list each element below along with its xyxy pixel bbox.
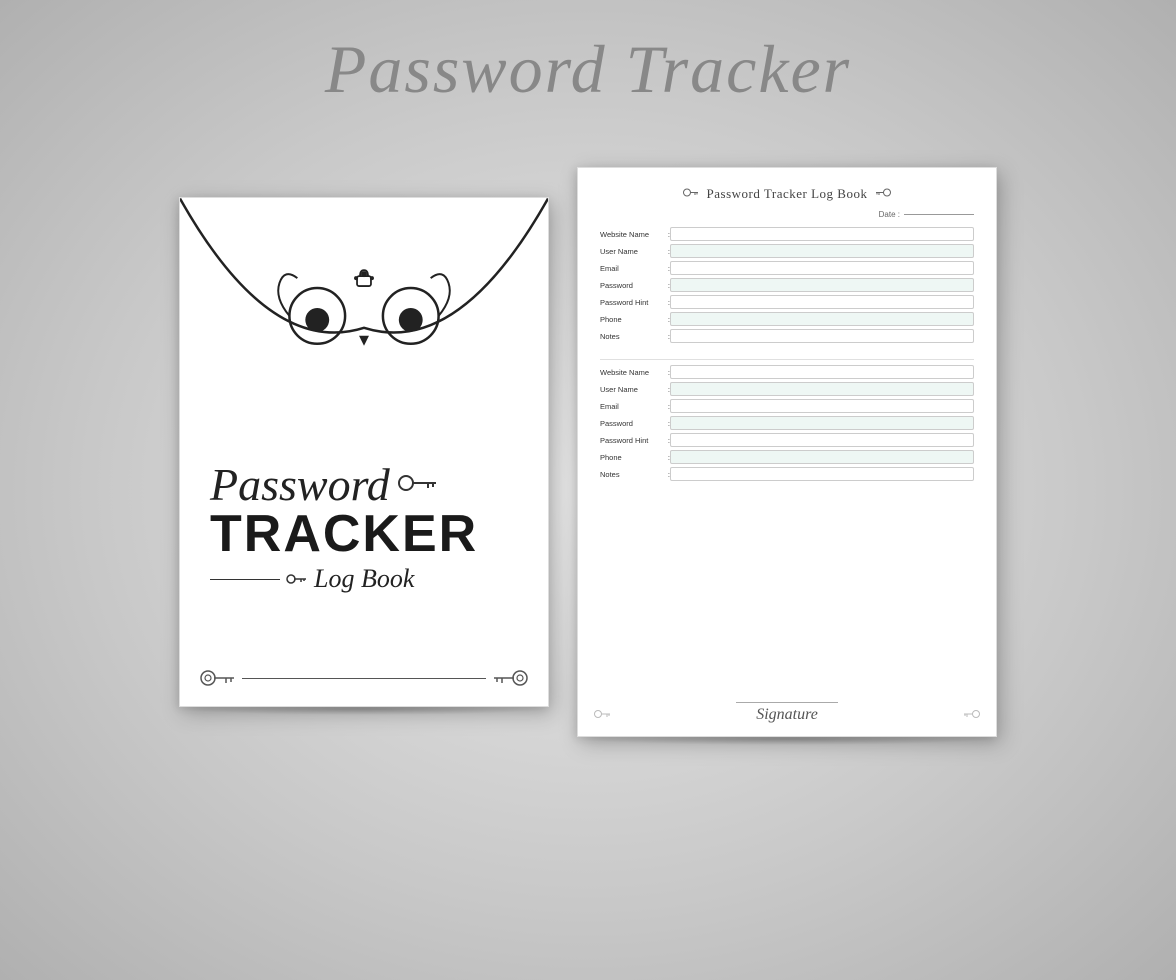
books-container: Password TRACKER (179, 137, 997, 745)
interior-title-text: Password Tracker Log Book (707, 186, 868, 202)
field-input-website-1[interactable] (670, 227, 974, 241)
field-input-email-2[interactable] (670, 399, 974, 413)
field-label-password-1: Password: (600, 281, 670, 290)
cover-text-area: Password TRACKER (180, 398, 548, 658)
field-label-website-2: Website Name: (600, 368, 670, 377)
date-line: Date : (600, 210, 974, 219)
field-row-phone-1: Phone: (600, 312, 974, 326)
field-row-hint-1: Password Hint: (600, 295, 974, 309)
signature-label: Signature (736, 702, 838, 724)
field-input-password-2[interactable] (670, 416, 974, 430)
field-row-password-2: Password: (600, 416, 974, 430)
field-row-email-2: Email: (600, 399, 974, 413)
field-row-username-1: User Name: (600, 244, 974, 258)
field-label-email-2: Email: (600, 402, 670, 411)
field-input-hint-2[interactable] (670, 433, 974, 447)
date-underline (904, 214, 974, 215)
interior-header: Password Tracker Log Book (600, 186, 974, 202)
field-input-hint-1[interactable] (670, 295, 974, 309)
book-interior-wrapper: Password Tracker Log Book Date : (577, 167, 997, 745)
cover-password-label: Password (210, 462, 438, 508)
main-title: Password Tracker (325, 30, 851, 109)
field-label-notes-2: Notes: (600, 470, 670, 479)
field-label-phone-1: Phone: (600, 315, 670, 324)
interior-title-row: Password Tracker Log Book (600, 186, 974, 202)
field-label-hint-1: Password Hint: (600, 298, 670, 307)
field-row-username-2: User Name: (600, 382, 974, 396)
field-input-email-1[interactable] (670, 261, 974, 275)
footer-key-right-icon (962, 706, 980, 724)
book-cover: Password TRACKER (179, 197, 549, 707)
owl-decoration (180, 198, 548, 398)
cover-logbook-label: Log Book (314, 564, 414, 594)
field-label-email-1: Email: (600, 264, 670, 273)
field-input-notes-2[interactable] (670, 467, 974, 481)
field-label-username-2: User Name: (600, 385, 670, 394)
date-label: Date : (879, 210, 900, 219)
entry-block-2: Website Name: User Name: Email: Password… (600, 365, 974, 484)
field-label-password-2: Password: (600, 419, 670, 428)
footer-key-left-icon (594, 706, 612, 724)
entry-block-1: Website Name: User Name: Email: Password… (600, 227, 974, 346)
key-icon-cover (398, 473, 438, 498)
bottom-key-right-icon (492, 668, 528, 688)
field-input-username-1[interactable] (670, 244, 974, 258)
field-label-phone-2: Phone: (600, 453, 670, 462)
field-row-hint-2: Password Hint: (600, 433, 974, 447)
field-input-notes-1[interactable] (670, 329, 974, 343)
field-input-phone-2[interactable] (670, 450, 974, 464)
field-label-username-1: User Name: (600, 247, 670, 256)
field-input-phone-1[interactable] (670, 312, 974, 326)
cover-tracker-label: TRACKER (210, 508, 478, 560)
book-cover-wrapper: Password TRACKER (179, 197, 549, 715)
entry-divider (600, 359, 974, 360)
field-row-notes-2: Notes: (600, 467, 974, 481)
field-row-website-2: Website Name: (600, 365, 974, 379)
cover-bottom-bar (180, 668, 548, 688)
field-row-notes-1: Notes: (600, 329, 974, 343)
field-row-password-1: Password: (600, 278, 974, 292)
cover-logbook-line: Log Book (210, 564, 414, 594)
header-key-left-icon (683, 188, 699, 200)
field-label-notes-1: Notes: (600, 332, 670, 341)
field-row-phone-2: Phone: (600, 450, 974, 464)
bottom-key-left-icon (200, 668, 236, 688)
interior-footer: Signature (600, 698, 974, 724)
field-label-hint-2: Password Hint: (600, 436, 670, 445)
field-label-website-1: Website Name: (600, 230, 670, 239)
field-row-email-1: Email: (600, 261, 974, 275)
header-key-right-icon (875, 188, 891, 200)
field-input-password-1[interactable] (670, 278, 974, 292)
field-input-website-2[interactable] (670, 365, 974, 379)
book-interior: Password Tracker Log Book Date : (577, 167, 997, 737)
field-row-website-1: Website Name: (600, 227, 974, 241)
field-input-username-2[interactable] (670, 382, 974, 396)
